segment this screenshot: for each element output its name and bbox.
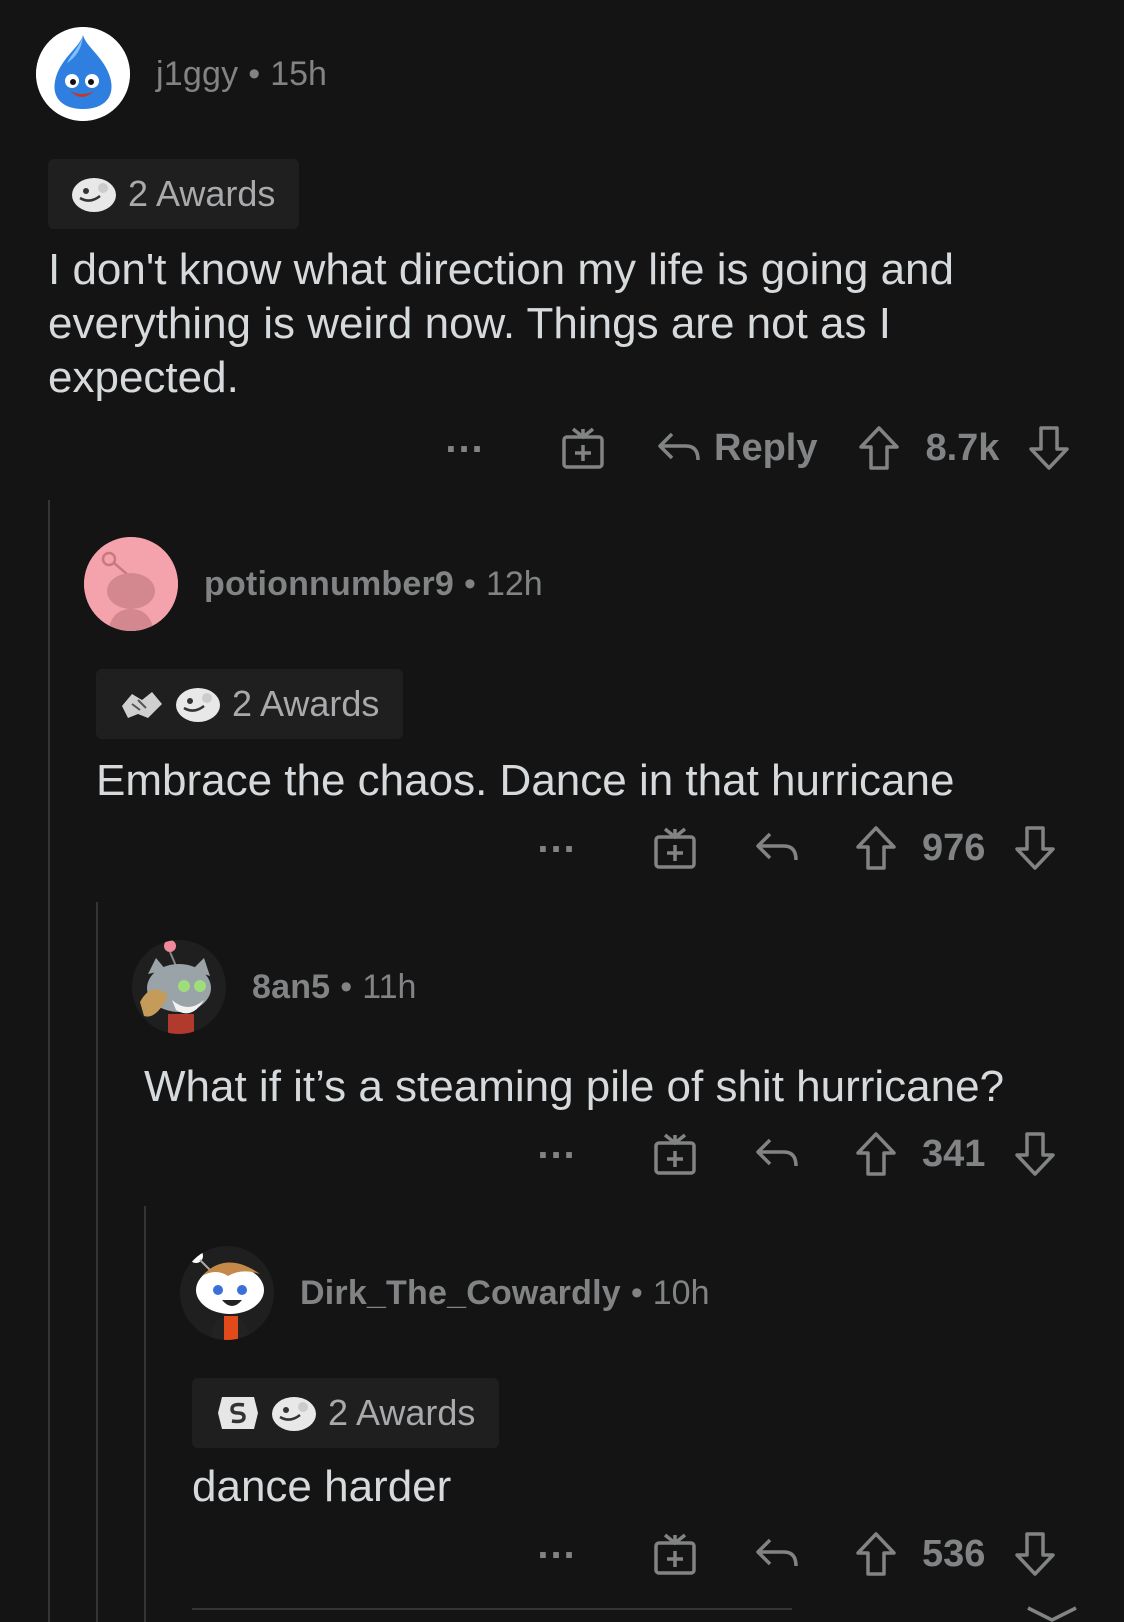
reply-arrow-icon [756, 832, 798, 861]
avatar[interactable] [180, 1246, 274, 1340]
gift-icon [654, 1133, 696, 1175]
silver-award-icon [214, 1393, 262, 1433]
awards-pill[interactable]: 2 Awards [96, 669, 404, 739]
wholesome-seal-icon [270, 1393, 318, 1433]
downvote-button[interactable] [1013, 1131, 1057, 1177]
reply-arrow-icon [658, 432, 700, 461]
downvote-button[interactable] [1013, 825, 1057, 871]
more-options-button[interactable]: ... [440, 419, 490, 467]
reply-button[interactable] [754, 1534, 800, 1574]
wholesome-seal-icon [174, 684, 222, 724]
avatar[interactable] [132, 940, 226, 1034]
reply-label: Reply [714, 426, 818, 469]
comment-body: dance harder [192, 1462, 452, 1511]
slime-avatar-icon [36, 27, 130, 121]
awards-count: 2 Awards [128, 173, 276, 214]
username[interactable]: Dirk_The_Cowardly [300, 1274, 621, 1313]
reply-button[interactable] [754, 1134, 800, 1174]
comment-header: Dirk_The_Cowardly • 10h [180, 1246, 709, 1340]
upvote-arrow-icon [856, 826, 896, 870]
separator-dot: • [630, 1273, 643, 1312]
awards-pill[interactable]: 2 Awards [192, 1378, 500, 1448]
thread-line-level-2[interactable] [96, 902, 98, 1622]
give-award-button[interactable] [652, 825, 698, 871]
vote-score: 8.7k [925, 426, 1000, 469]
upvote-button[interactable] [854, 1531, 898, 1577]
downvote-arrow-icon [1015, 1532, 1056, 1576]
username[interactable]: j1ggy [156, 55, 238, 94]
wholesome-seal-icon [70, 174, 118, 214]
downvote-arrow-icon [1015, 826, 1056, 870]
comment-actions: ... 976 [532, 818, 1057, 878]
upvote-arrow-icon [856, 1132, 896, 1176]
reply-button[interactable]: Reply [656, 427, 817, 470]
username[interactable]: 8an5 [252, 968, 330, 1007]
reply-button[interactable] [754, 828, 800, 868]
avatar[interactable] [84, 537, 178, 631]
downvote-arrow-icon [1015, 1132, 1056, 1176]
username[interactable]: potionnumber9 [204, 565, 454, 604]
thread-line-level-1[interactable] [48, 500, 50, 1622]
more-options-button[interactable]: ... [532, 1125, 582, 1173]
comment-header: 8an5 • 11h [132, 940, 416, 1034]
upvote-button[interactable] [854, 825, 898, 871]
awards-count: 2 Awards [328, 1392, 476, 1433]
awards-pill[interactable]: 2 Awards [48, 159, 300, 229]
vote-score: 976 [922, 826, 986, 869]
vote-score: 341 [922, 1132, 986, 1175]
reply-arrow-icon [756, 1138, 798, 1167]
comment-body: I don't know what direction my life is g… [48, 245, 954, 402]
gift-icon [562, 427, 604, 469]
gift-icon [654, 827, 696, 869]
downvote-button[interactable] [1013, 1531, 1057, 1577]
separator-dot: • [340, 967, 353, 1006]
give-award-button[interactable] [652, 1131, 698, 1177]
comment-actions: ... 341 [532, 1124, 1057, 1184]
downvote-arrow-icon [1029, 426, 1070, 470]
comment-body: What if it’s a steaming pile of shit hur… [144, 1062, 1005, 1111]
upvote-arrow-icon [856, 1532, 896, 1576]
reply-arrow-icon [756, 1538, 798, 1567]
thread-line-level-3[interactable] [144, 1206, 146, 1622]
timestamp: 12h [485, 564, 543, 603]
handshake-icon [118, 684, 166, 724]
comment-body: Embrace the chaos. Dance in that hurrica… [96, 756, 955, 805]
thread-line-level-4[interactable] [192, 1608, 792, 1610]
snoo-avatar-icon [84, 537, 178, 631]
downvote-button[interactable] [1027, 425, 1071, 471]
gift-icon [654, 1533, 696, 1575]
upvote-button[interactable] [854, 1131, 898, 1177]
comment-header: j1ggy • 15h [36, 27, 327, 121]
comment-actions: ... 536 [532, 1524, 1057, 1584]
give-award-button[interactable] [560, 425, 606, 471]
give-award-button[interactable] [652, 1531, 698, 1577]
timestamp: 15h [270, 54, 327, 93]
avatar[interactable] [36, 27, 130, 121]
timestamp: 10h [652, 1273, 710, 1312]
comment-actions: ... Reply 8.7k [440, 418, 1071, 478]
snoo-cat-avatar-icon [132, 940, 226, 1034]
more-options-button[interactable]: ... [532, 819, 582, 867]
separator-dot: • [248, 54, 261, 93]
timestamp: 11h [362, 967, 417, 1006]
snoo-avatar-icon [180, 1246, 274, 1340]
separator-dot: • [464, 564, 476, 603]
vote-score: 536 [922, 1532, 986, 1575]
upvote-arrow-icon [859, 426, 900, 470]
comment-header: potionnumber9 • 12h [84, 537, 543, 631]
upvote-button[interactable] [857, 425, 901, 471]
more-options-button[interactable]: ... [532, 1525, 582, 1573]
chevron-down-icon[interactable] [1024, 1606, 1080, 1622]
awards-count: 2 Awards [232, 683, 380, 724]
